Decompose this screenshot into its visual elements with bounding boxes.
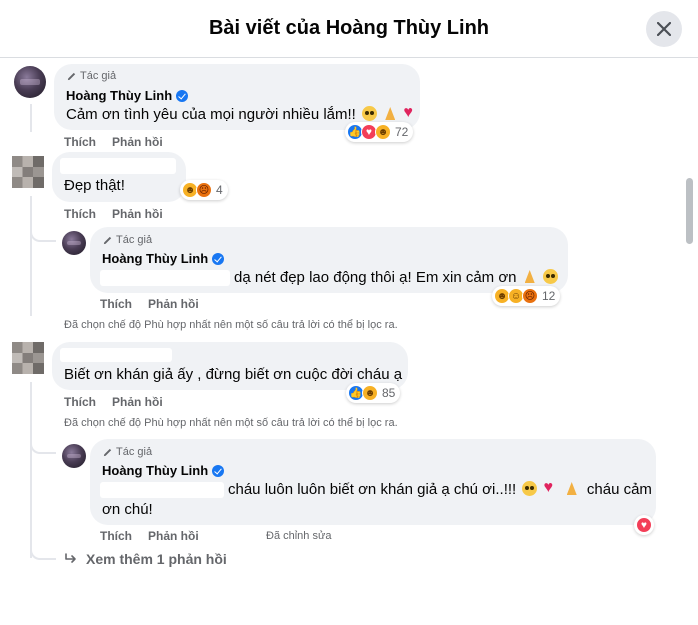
redacted-mention <box>100 482 224 498</box>
verified-badge-icon <box>212 464 225 477</box>
reaction-count: 85 <box>382 386 396 400</box>
reaction-count: 12 <box>542 289 556 303</box>
thread-elbow <box>30 226 56 242</box>
comment-author-name[interactable]: Hoàng Thùy Linh <box>102 463 208 478</box>
thread-line <box>30 382 32 558</box>
avatar[interactable] <box>14 66 46 98</box>
haha-reaction-icon: ☻ <box>375 124 391 140</box>
comment-actions: Thích Phản hồi <box>64 135 163 149</box>
pencil-icon <box>103 236 112 244</box>
comment-text-content: dạ nét đẹp lao động thôi ạ! Em xin cảm ơ… <box>234 269 517 286</box>
view-more-replies-link[interactable]: Xem thêm 1 phản hồi <box>64 551 227 567</box>
like-button[interactable]: Thích <box>100 297 132 311</box>
close-icon <box>657 22 671 36</box>
reply-button[interactable]: Phản hồi <box>112 395 163 409</box>
reply-arrow-icon <box>65 553 76 563</box>
thread-line <box>30 104 32 132</box>
reply-button[interactable]: Phản hồi <box>148 297 199 311</box>
author-badge: Tác giả <box>102 234 152 246</box>
comment-actions: Thích Phản hồi <box>100 297 199 311</box>
comment-text-continued: cháu cảm <box>586 481 652 498</box>
avatar[interactable] <box>12 342 44 374</box>
like-button[interactable]: Thích <box>64 207 96 221</box>
reply-button[interactable]: Phản hồi <box>112 135 163 149</box>
avatar[interactable] <box>12 156 44 188</box>
angry-reaction-icon: ☹ <box>196 182 212 198</box>
scrollbar-thumb[interactable] <box>686 178 693 244</box>
avatar[interactable] <box>62 444 86 468</box>
scrollbar-track[interactable] <box>683 62 695 582</box>
reaction-summary[interactable]: ♥ <box>634 515 654 535</box>
like-button[interactable]: Thích <box>64 135 96 149</box>
reply-button[interactable]: Phản hồi <box>148 529 199 543</box>
comment-text-content: Cảm ơn tình yêu của mọi người nhiều lắm!… <box>66 106 356 123</box>
reaction-summary[interactable]: 👍 ☻ 85 <box>346 383 401 403</box>
author-badge: Tác giả <box>66 70 116 82</box>
comment-author[interactable]: Hoàng Thùy Linh <box>66 88 189 103</box>
comment-actions: Thích Phản hồi <box>64 395 163 409</box>
comment-text: Biết ơn khán giả ấy , đừng biết ơn cuộc … <box>64 366 403 383</box>
comment-actions: Thích Phản hồi <box>64 207 163 221</box>
comment-text: dạ nét đẹp lao động thôi ạ! Em xin cảm ơ… <box>234 268 558 288</box>
author-badge: Tác giả <box>102 446 152 458</box>
haha-reaction-icon: ☻ <box>362 385 378 401</box>
pencil-icon <box>67 72 76 80</box>
love-reaction-icon: ♥ <box>636 517 652 533</box>
folded-hands-icon <box>383 106 397 121</box>
verified-badge-icon <box>212 252 225 265</box>
reaction-summary[interactable]: ☻ ☹ 4 <box>180 180 228 200</box>
view-more-replies-label[interactable]: Xem thêm 1 phản hồi <box>86 551 227 567</box>
dialog-title: Bài viết của Hoàng Thùy Linh <box>208 17 490 39</box>
dialog-header: Bài viết của Hoàng Thùy Linh <box>0 0 698 58</box>
reaction-summary[interactable]: 👍 ♥ ☻ 72 <box>345 122 414 142</box>
red-heart-icon <box>544 478 559 498</box>
verified-badge-icon <box>176 89 189 102</box>
reaction-count: 4 <box>216 183 223 197</box>
reply-button[interactable]: Phản hồi <box>112 207 163 221</box>
like-button[interactable]: Thích <box>100 529 132 543</box>
thread-elbow <box>30 438 56 454</box>
comment-actions: Thích Phản hồi <box>100 529 199 543</box>
redacted-author-name <box>60 158 176 174</box>
author-badge-label: Tác giả <box>116 234 153 246</box>
author-badge-label: Tác giả <box>80 70 117 82</box>
filter-note: Đã chọn chế độ Phù hợp nhất nên một số c… <box>64 319 398 331</box>
redacted-author-name <box>60 348 172 362</box>
redacted-mention <box>100 270 230 286</box>
thread-elbow <box>30 540 56 560</box>
comment-text: cháu luôn luôn biết ơn khán giả ạ chú ơi… <box>228 478 652 500</box>
filter-note: Đã chọn chế độ Phù hợp nhất nên một số c… <box>64 417 398 429</box>
avatar[interactable] <box>62 231 86 255</box>
comment-text-content: cháu luôn luôn biết ơn khán giả ạ chú ơi… <box>228 481 517 498</box>
comment-author[interactable]: Hoàng Thùy Linh <box>102 463 225 478</box>
comment-author[interactable]: Hoàng Thùy Linh <box>102 251 225 266</box>
thread-line <box>30 196 32 316</box>
author-badge-label: Tác giả <box>116 446 153 458</box>
close-button[interactable] <box>646 11 682 47</box>
reaction-count: 72 <box>395 125 409 139</box>
pleading-face-icon <box>362 106 378 121</box>
comment-text-line2: ơn chú! <box>102 501 153 518</box>
folded-hands-icon <box>565 481 579 496</box>
pleading-face-icon <box>522 481 538 496</box>
pencil-icon <box>103 448 112 456</box>
reaction-summary[interactable]: ☻ ☺ ☹ 12 <box>492 286 561 306</box>
comment-author-name[interactable]: Hoàng Thùy Linh <box>102 251 208 266</box>
pleading-face-icon <box>542 269 558 284</box>
comment-text: Đẹp thật! <box>64 177 125 194</box>
red-heart-icon <box>403 103 418 123</box>
comment-author-name[interactable]: Hoàng Thùy Linh <box>66 88 172 103</box>
folded-hands-icon <box>523 269 537 284</box>
edited-label: Đã chỉnh sửa <box>266 530 332 542</box>
like-button[interactable]: Thích <box>64 395 96 409</box>
angry-reaction-icon: ☹ <box>522 288 538 304</box>
